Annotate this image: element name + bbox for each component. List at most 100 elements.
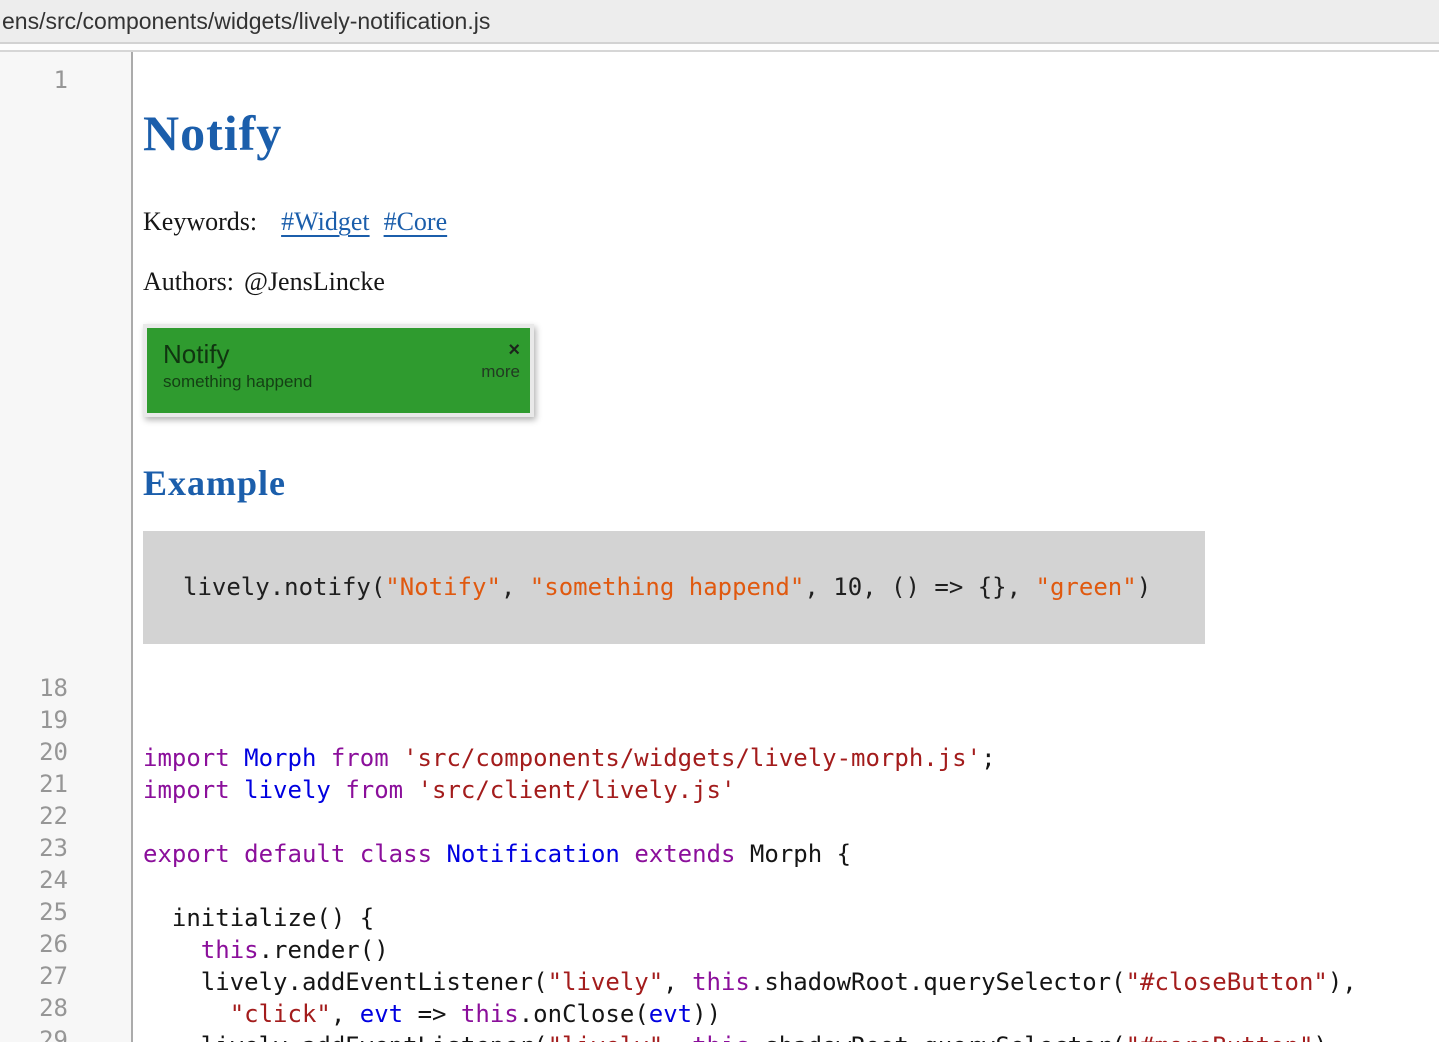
keyword-link[interactable]: #Widget xyxy=(281,207,370,236)
keywords-label: Keywords: xyxy=(143,207,257,236)
code-token: .shadowRoot.querySelector( xyxy=(750,1032,1126,1042)
code-rows: import Morph from 'src/components/widget… xyxy=(143,678,1439,1042)
line-number: 1 xyxy=(0,64,131,96)
code-token: "click" xyxy=(230,1000,331,1028)
code-token: , 10, () => {}, xyxy=(804,573,1035,601)
code-line[interactable] xyxy=(143,64,1439,96)
code-token xyxy=(403,776,417,804)
code-token: from xyxy=(331,744,389,772)
code-token: lively xyxy=(244,776,331,804)
line-number: 22 xyxy=(0,800,131,832)
code-token xyxy=(331,776,345,804)
code-token xyxy=(143,936,201,964)
code-token: Notification xyxy=(446,840,619,868)
code-editor[interactable]: 1181920212223242526272829 Notify Keyword… xyxy=(0,52,1439,1042)
code-token: "#moreButton" xyxy=(1126,1032,1314,1042)
code-token: .onClose( xyxy=(519,1000,649,1028)
code-token xyxy=(620,840,634,868)
code-token: .shadowRoot.querySelector( xyxy=(750,968,1126,996)
keyword-links: #Widget #Core xyxy=(267,207,447,236)
code-token: , xyxy=(663,1032,692,1042)
code-token xyxy=(345,840,359,868)
code-token: "lively" xyxy=(548,1032,664,1042)
line-number: 27 xyxy=(0,960,131,992)
code-token: Morph xyxy=(244,744,316,772)
code-token: import xyxy=(143,776,230,804)
code-token: 'src/client/lively.js' xyxy=(418,776,736,804)
code-line[interactable] xyxy=(143,806,1439,838)
code-line[interactable]: lively.addEventListener("lively", this.s… xyxy=(143,1030,1439,1042)
line-number: 24 xyxy=(0,864,131,896)
code-token: initialize() { xyxy=(143,904,374,932)
code-line[interactable]: initialize() { xyxy=(143,902,1439,934)
line-number: 19 xyxy=(0,704,131,736)
code-line[interactable]: import Morph from 'src/components/widget… xyxy=(143,742,1439,774)
code-token: ) xyxy=(1137,573,1151,601)
line-number: 20 xyxy=(0,736,131,768)
more-button[interactable]: more xyxy=(481,362,520,382)
file-path: ens/src/components/widgets/lively-notifi… xyxy=(2,8,490,35)
code-line[interactable]: import lively from 'src/client/lively.js… xyxy=(143,774,1439,806)
code-line[interactable] xyxy=(143,710,1439,742)
code-token xyxy=(432,840,446,868)
code-token: ; xyxy=(981,744,995,772)
line-number: 23 xyxy=(0,832,131,864)
code-token: "green" xyxy=(1036,573,1137,601)
topbar: ens/src/components/widgets/lively-notifi… xyxy=(0,0,1439,44)
code-token: , xyxy=(331,1000,360,1028)
code-token: .render() xyxy=(259,936,389,964)
code-token: evt xyxy=(360,1000,403,1028)
line-number: 18 xyxy=(0,672,131,704)
code-line[interactable]: "click", evt => this.onClose(evt)) xyxy=(143,998,1439,1030)
code-token: Morph { xyxy=(735,840,851,868)
code-token: lively.addEventListener( xyxy=(143,968,548,996)
code-line[interactable]: lively.addEventListener("lively", this.s… xyxy=(143,966,1439,998)
code-line[interactable]: export default class Notification extend… xyxy=(143,838,1439,870)
code-token: lively.notify( xyxy=(183,573,385,601)
gutter-spacer xyxy=(0,96,131,672)
authors-label: Authors: xyxy=(143,267,234,296)
line-number: 21 xyxy=(0,768,131,800)
code-token: from xyxy=(345,776,403,804)
code-token: "Notify" xyxy=(385,573,501,601)
code-token: "something happend" xyxy=(530,573,805,601)
code-token: extends xyxy=(634,840,735,868)
code-token: ), xyxy=(1328,968,1357,996)
example-heading: Example xyxy=(143,461,1439,505)
code-token: )) xyxy=(692,1000,721,1028)
code-line[interactable] xyxy=(143,870,1439,902)
keywords-line: Keywords: #Widget #Core xyxy=(143,202,1439,242)
code-token xyxy=(389,744,403,772)
keyword-link[interactable]: #Core xyxy=(384,207,448,236)
authors-line: Authors: @JensLincke xyxy=(143,262,1439,302)
code-token: => xyxy=(403,1000,461,1028)
code-token: "lively" xyxy=(548,968,664,996)
code-token xyxy=(230,840,244,868)
line-number: 28 xyxy=(0,992,131,1024)
editor-content[interactable]: Notify Keywords: #Widget #Core Authors: @Je… xyxy=(133,52,1439,1042)
code-token xyxy=(143,1000,230,1028)
editor-gutter: 1181920212223242526272829 xyxy=(0,52,133,1042)
code-token: this xyxy=(692,1032,750,1042)
code-token: 'src/components/widgets/lively-morph.js' xyxy=(403,744,981,772)
markdown-preview: Notify Keywords: #Widget #Core Authors: @Je… xyxy=(143,102,1439,678)
close-icon[interactable]: × xyxy=(481,340,520,360)
code-token: export xyxy=(143,840,230,868)
authors-value: @JensLincke xyxy=(244,267,385,296)
line-number: 25 xyxy=(0,896,131,928)
notification-message: something happend xyxy=(163,371,312,392)
code-line[interactable] xyxy=(143,678,1439,710)
code-token: ) xyxy=(1313,1032,1327,1042)
doc-title: Notify xyxy=(143,102,1439,164)
code-token: , xyxy=(663,968,692,996)
line-number: 29 xyxy=(0,1024,131,1042)
code-token: , xyxy=(501,573,530,601)
example-code-block: lively.notify("Notify", "something happe… xyxy=(143,531,1205,644)
code-token: this xyxy=(201,936,259,964)
code-token xyxy=(316,744,330,772)
code-token: "#closeButton" xyxy=(1126,968,1328,996)
code-line[interactable]: this.render() xyxy=(143,934,1439,966)
topbar-divider xyxy=(0,44,1439,52)
code-token xyxy=(230,776,244,804)
code-token xyxy=(230,744,244,772)
